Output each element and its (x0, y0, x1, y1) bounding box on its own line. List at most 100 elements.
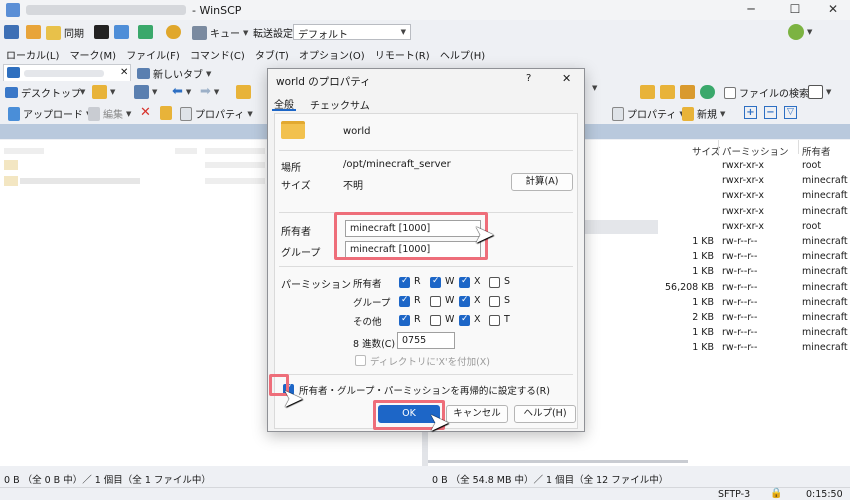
perm-other-w-checkbox[interactable] (430, 315, 441, 326)
compare-directories-button[interactable] (4, 25, 19, 39)
earth-button[interactable]: ▼ (788, 24, 812, 40)
horizontal-scrollbar[interactable] (428, 460, 688, 463)
location-label: 場所 (281, 163, 301, 174)
row-size: 1 KB (692, 327, 714, 339)
perm-other-r-checkbox[interactable] (399, 314, 410, 326)
perm-other-t-checkbox[interactable] (489, 315, 500, 326)
row-owner: minecraft (802, 190, 848, 202)
remote-parent-dir-button[interactable] (640, 85, 655, 99)
minus-icon: − (764, 106, 777, 119)
preferences-button[interactable] (166, 25, 181, 39)
synchronize-button[interactable]: 同期 (46, 25, 84, 40)
row-permissions: rwxr-xr-x (722, 205, 764, 217)
menu-mark[interactable]: マーク(M) (70, 51, 116, 62)
help-button[interactable]: ヘルプ(H) (514, 405, 576, 423)
open-folder-button[interactable]: ▼ (92, 85, 115, 99)
chevron-down-icon: ▼ (213, 87, 220, 96)
back-button[interactable]: ⬅ ▼ (172, 84, 191, 99)
desktop-icon (5, 87, 18, 98)
tab-new[interactable]: 新しいタブ ▼ (137, 66, 211, 81)
column-permissions[interactable]: パーミッション (722, 144, 789, 158)
view-options-button[interactable]: ▼ (808, 85, 831, 99)
edit-label: 編集 (103, 110, 123, 121)
chevron-down-icon: ▼ (720, 109, 726, 118)
console-button[interactable] (94, 25, 109, 39)
local-properties-label: プロパティ (195, 110, 245, 121)
calculate-button[interactable]: 計算(A) (511, 173, 573, 191)
perm-row-owner-label: 所有者 (353, 279, 382, 290)
menu-file[interactable]: ファイル(F) (126, 51, 180, 62)
chevron-down-icon: ▼ (807, 28, 813, 36)
chevron-down-icon: ▼ (206, 69, 212, 78)
dialog-close-button[interactable]: ✕ (562, 72, 571, 85)
row-permissions: rw-r--r-- (722, 342, 758, 354)
local-location-select[interactable]: デスクトップ (5, 85, 81, 100)
perm-owner-w-checkbox[interactable] (430, 276, 441, 288)
chevron-down-icon: ▼ (592, 84, 598, 92)
rename-button[interactable] (160, 106, 172, 120)
queue-button[interactable]: キュー ▼ (192, 25, 248, 40)
help-question-button[interactable]: ? (526, 73, 531, 84)
upload-button[interactable]: アップロード▼ (8, 106, 91, 121)
row-size: 1 KB (692, 296, 714, 308)
perm-x-label: X (474, 276, 481, 287)
menu-help[interactable]: ヘルプ(H) (440, 51, 485, 62)
unselect-all-button[interactable]: − (764, 106, 777, 119)
tab-checksum[interactable]: チェックサム (310, 97, 370, 112)
remote-properties-button[interactable]: プロパティ▼ (612, 106, 685, 121)
perm-group-s-checkbox[interactable] (489, 296, 500, 307)
add-x-checkbox[interactable] (355, 355, 366, 366)
menu-bar: ローカル(L) マーク(M) ファイル(F) コマンド(C) タブ(T) オプシ… (0, 44, 850, 62)
sync-label: 同期 (64, 29, 84, 40)
maximize-button[interactable]: ☐ (780, 2, 810, 18)
remote-root-button[interactable] (660, 85, 675, 99)
putty-button[interactable] (114, 25, 129, 39)
menu-remote[interactable]: リモート(R) (375, 51, 430, 62)
edit-icon (88, 106, 100, 121)
menu-tabs[interactable]: タブ(T) (255, 51, 289, 62)
edit-button[interactable]: 編集 ▼ (88, 106, 131, 121)
new-button[interactable]: 新規 ▼ (682, 106, 725, 121)
monitor-icon (137, 68, 150, 79)
cancel-button[interactable]: キャンセル (446, 405, 508, 423)
column-owner[interactable]: 所有者 (802, 144, 831, 158)
perm-r-label: R (414, 314, 421, 325)
minimize-button[interactable]: ─ (736, 2, 766, 18)
perm-owner-s-checkbox[interactable] (489, 277, 500, 288)
refresh-button[interactable] (138, 25, 153, 39)
filter-select-button[interactable]: ▽ (784, 106, 797, 119)
blurred-row (205, 178, 265, 184)
octal-input[interactable]: 0755 (397, 332, 455, 349)
perm-owner-r-checkbox[interactable] (399, 276, 410, 288)
find-files-button[interactable]: ファイルの検索 (724, 85, 809, 100)
lock-icon: 🔒 (770, 488, 783, 499)
synchronize-browse-button[interactable] (26, 25, 41, 39)
forward-button[interactable]: ➡ ▼ (200, 84, 219, 99)
tab-current-session[interactable]: ✕ (3, 64, 131, 81)
perm-group-x-checkbox[interactable] (459, 295, 470, 307)
folder-icon (92, 85, 107, 99)
menu-options[interactable]: オプション(O) (299, 51, 365, 62)
perm-group-r-checkbox[interactable] (399, 295, 410, 307)
owner-label: 所有者 (281, 227, 311, 238)
row-permissions: rw-r--r-- (722, 251, 758, 263)
remote-home-button[interactable] (680, 85, 695, 99)
remote-refresh-button[interactable] (700, 85, 715, 99)
column-size[interactable]: サイズ (692, 144, 720, 158)
delete-button[interactable]: ✕ (140, 105, 151, 120)
local-properties-button[interactable]: プロパティ ▼ (180, 106, 253, 121)
chevron-down-icon[interactable]: ▼ (80, 88, 85, 96)
close-button[interactable]: ✕ (818, 2, 848, 18)
transfer-preset-value: デフォルト (298, 30, 348, 41)
parent-dir-button[interactable] (236, 85, 251, 99)
remote-forward-button[interactable]: ▼ (592, 84, 597, 92)
perm-group-w-checkbox[interactable] (430, 296, 441, 307)
transfer-preset-select[interactable]: デフォルト ▼ (293, 24, 411, 41)
filter-button[interactable]: ▼ (134, 85, 157, 99)
tab-close-icon[interactable]: ✕ (120, 67, 128, 78)
perm-other-x-checkbox[interactable] (459, 314, 470, 326)
menu-local[interactable]: ローカル(L) (6, 51, 59, 62)
perm-owner-x-checkbox[interactable] (459, 276, 470, 288)
select-all-button[interactable]: + (744, 106, 757, 119)
menu-commands[interactable]: コマンド(C) (190, 51, 245, 62)
